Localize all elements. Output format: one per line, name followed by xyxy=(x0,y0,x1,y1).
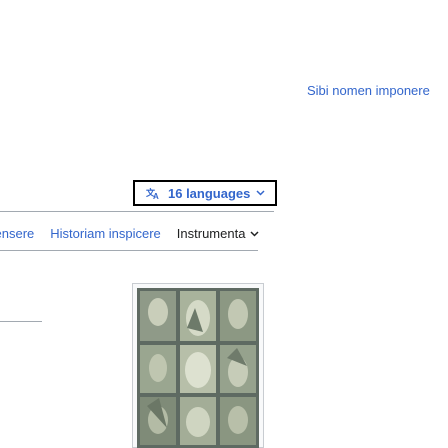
stained-glass-image xyxy=(137,288,259,448)
infobox-image[interactable] xyxy=(132,283,264,448)
page: Sibi nomen imponere 文 A 16 languages cen… xyxy=(0,0,448,448)
svg-text:A: A xyxy=(153,192,159,199)
tab-tools-label: Instrumenta xyxy=(176,226,246,241)
language-button[interactable]: 文 A 16 languages xyxy=(133,180,277,206)
language-button-label: 16 languages xyxy=(168,185,251,201)
tab-edit[interactable]: censere xyxy=(0,226,34,241)
tabs-divider xyxy=(0,250,258,251)
create-account-link[interactable]: Sibi nomen imponere xyxy=(307,83,430,98)
chevron-down-icon xyxy=(256,190,265,196)
tab-history[interactable]: Historiam inspicere xyxy=(50,226,161,241)
header-divider xyxy=(0,211,274,212)
infobox-divider xyxy=(0,321,42,322)
translate-icon: 文 A xyxy=(146,187,160,199)
tab-tools[interactable]: Instrumenta xyxy=(177,226,260,241)
chevron-down-icon xyxy=(250,230,259,237)
page-tabs: censere Historiam inspicere Instrumenta xyxy=(0,226,275,241)
